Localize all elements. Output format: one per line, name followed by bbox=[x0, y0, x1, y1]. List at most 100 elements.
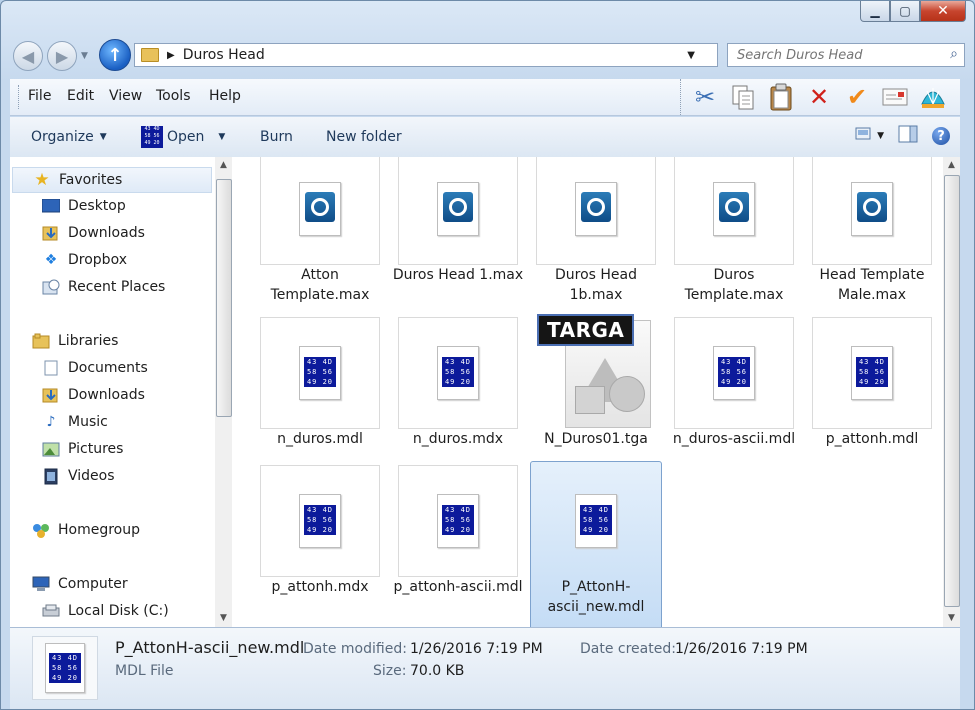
hex-line-2: 58 56 bbox=[51, 664, 79, 672]
menu-file[interactable]: File bbox=[28, 88, 51, 104]
organize-label: Organize bbox=[31, 129, 94, 145]
content-scroll-thumb[interactable] bbox=[944, 175, 960, 607]
delete-icon[interactable]: ✕ bbox=[805, 83, 833, 111]
targa-file-icon: TARGA bbox=[537, 314, 655, 432]
file-name: N_Duros01.tga bbox=[544, 431, 648, 447]
nav-downloads-label: Downloads bbox=[68, 225, 145, 241]
organize-button[interactable]: Organize ▼ bbox=[31, 129, 107, 145]
file-item[interactable]: 43 4D 58 56 49 20 n_duros.mdl bbox=[260, 317, 380, 467]
nav-homegroup[interactable]: Homegroup bbox=[32, 518, 140, 542]
nav-documents[interactable]: Documents bbox=[42, 356, 148, 380]
content-scrollbar[interactable]: ▲ ▼ bbox=[943, 157, 960, 627]
address-bar[interactable]: ▶ Duros Head ▼ ⇆ bbox=[134, 43, 747, 67]
help-icon[interactable]: ? bbox=[932, 127, 950, 145]
mdl-file-icon: 43 4D 58 56 49 20 bbox=[575, 494, 617, 548]
hex-line-3: 49 20 bbox=[444, 378, 472, 386]
paste-icon[interactable] bbox=[767, 83, 795, 111]
nav-favorites[interactable]: ★ Favorites bbox=[12, 167, 212, 193]
properties-icon[interactable] bbox=[881, 83, 909, 111]
preview-pane-icon[interactable] bbox=[898, 125, 918, 147]
file-item[interactable]: 43 4D 58 56 49 20 n_duros.mdx bbox=[398, 317, 518, 467]
nav-videos-label: Videos bbox=[68, 468, 115, 484]
file-item[interactable]: 43 4D 58 56 49 20 p_attonh.mdl bbox=[812, 317, 932, 467]
file-item[interactable]: Atton Template.max bbox=[260, 157, 380, 303]
up-button[interactable]: ↑ bbox=[99, 39, 131, 71]
scroll-up-icon[interactable]: ▲ bbox=[943, 157, 960, 174]
pictures-icon bbox=[42, 441, 60, 457]
file-item[interactable]: 43 4D 58 56 49 20 P_AttonH-ascii_new.mdl bbox=[530, 461, 662, 627]
menu-view[interactable]: View bbox=[109, 88, 142, 104]
file-item[interactable]: Duros Head 1.max bbox=[393, 157, 523, 303]
file-item[interactable]: 43 4D 58 56 49 20 p_attonh.mdx bbox=[260, 465, 380, 615]
breadcrumb-current[interactable]: Duros Head bbox=[183, 47, 265, 63]
details-filename: P_AttonH-ascii_new.mdl bbox=[115, 638, 305, 657]
minimize-button[interactable]: ▁ bbox=[860, 1, 890, 22]
nav-videos[interactable]: Videos bbox=[42, 464, 115, 488]
close-button[interactable]: ✕ bbox=[920, 1, 966, 22]
nav-libraries-label: Libraries bbox=[58, 333, 119, 349]
file-item[interactable]: TARGA N_Duros01.tga bbox=[536, 314, 656, 467]
open-button[interactable]: 43 4D 58 56 49 20 Open ▼ bbox=[141, 126, 225, 148]
menu-tools[interactable]: Tools bbox=[156, 88, 191, 104]
details-size-value: 70.0 KB bbox=[410, 663, 465, 679]
scroll-down-icon[interactable]: ▼ bbox=[943, 610, 960, 627]
file-thumbnail: 43 4D 58 56 49 20 bbox=[260, 465, 380, 577]
nav-computer[interactable]: Computer bbox=[32, 572, 128, 596]
address-dropdown-icon[interactable]: ▼ bbox=[687, 50, 695, 61]
file-item[interactable]: 43 4D 58 56 49 20 p_attonh-ascii.mdl bbox=[393, 465, 523, 615]
nav-scroll-thumb[interactable] bbox=[216, 179, 232, 417]
mdl-file-icon: 43 4D 58 56 49 20 bbox=[45, 643, 85, 693]
search-box[interactable]: ⌕ bbox=[727, 43, 965, 67]
file-thumbnail: 43 4D 58 56 49 20 bbox=[260, 317, 380, 429]
recent-pages-dropdown[interactable]: ▼ bbox=[81, 51, 88, 61]
scroll-up-icon[interactable]: ▲ bbox=[215, 157, 232, 174]
nav-local-disk[interactable]: Local Disk (C:) bbox=[42, 599, 169, 623]
hex-line-3: 49 20 bbox=[582, 526, 610, 534]
burn-button[interactable]: Burn bbox=[260, 129, 293, 145]
hex-line-1: 43 4D bbox=[51, 654, 79, 662]
search-input[interactable] bbox=[735, 46, 939, 64]
file-name: Duros Head 1b.max bbox=[554, 267, 638, 303]
file-item[interactable]: Duros Template.max bbox=[674, 157, 794, 303]
details-modified-label: Date modified: bbox=[303, 641, 407, 657]
nav-recent-places[interactable]: Recent Places bbox=[42, 275, 165, 299]
nav-pictures[interactable]: Pictures bbox=[42, 437, 123, 461]
details-modified-value: 1/26/2016 7:19 PM bbox=[410, 641, 543, 657]
desktop-icon bbox=[42, 198, 60, 214]
nav-lib-downloads[interactable]: Downloads bbox=[42, 383, 145, 407]
nav-scrollbar[interactable]: ▲ ▼ bbox=[215, 157, 232, 627]
details-filetype: MDL File bbox=[115, 663, 174, 679]
nav-downloads[interactable]: Downloads bbox=[42, 221, 145, 245]
change-view-icon[interactable] bbox=[855, 127, 871, 145]
copy-icon[interactable] bbox=[729, 83, 757, 111]
menu-help[interactable]: Help bbox=[209, 88, 241, 104]
menu-edit[interactable]: Edit bbox=[67, 88, 94, 104]
max-file-icon bbox=[299, 182, 341, 236]
nav-desktop[interactable]: Desktop bbox=[42, 194, 126, 218]
maximize-button[interactable]: ▢ bbox=[890, 1, 920, 22]
nav-dropbox[interactable]: ❖ Dropbox bbox=[42, 248, 127, 272]
back-button[interactable]: ◀ bbox=[13, 41, 43, 71]
file-name: p_attonh-ascii.mdl bbox=[393, 579, 523, 595]
file-item[interactable]: Duros Head 1b.max bbox=[536, 157, 656, 303]
nav-music[interactable]: ♪ Music bbox=[42, 410, 108, 434]
mdl-file-icon: 43 4D 58 56 49 20 bbox=[437, 346, 479, 400]
search-icon[interactable]: ⌕ bbox=[950, 46, 958, 62]
hex-line-1: 43 4D bbox=[144, 126, 160, 132]
mdl-file-icon: 43 4D 58 56 49 20 bbox=[437, 494, 479, 548]
new-folder-button[interactable]: New folder bbox=[326, 129, 402, 145]
hex-line-2: 58 56 bbox=[582, 516, 610, 524]
file-name: n_duros-ascii.mdl bbox=[672, 431, 796, 447]
shell-icon[interactable] bbox=[919, 83, 947, 111]
cut-icon[interactable]: ✂ bbox=[691, 83, 719, 111]
file-item[interactable]: Head Template Male.max bbox=[812, 157, 932, 303]
nav-libraries[interactable]: Libraries bbox=[32, 329, 118, 353]
view-dropdown-icon[interactable]: ▼ bbox=[877, 131, 884, 141]
forward-button[interactable]: ▶ bbox=[47, 41, 77, 71]
libraries-icon bbox=[32, 333, 50, 349]
nav-recent-places-label: Recent Places bbox=[68, 279, 166, 295]
file-item[interactable]: 43 4D 58 56 49 20 n_duros-ascii.mdl bbox=[673, 317, 795, 467]
toolbar-icons: ✂ ✕ ✔ bbox=[680, 79, 947, 115]
scroll-down-icon[interactable]: ▼ bbox=[215, 610, 232, 627]
check-icon[interactable]: ✔ bbox=[843, 83, 871, 111]
